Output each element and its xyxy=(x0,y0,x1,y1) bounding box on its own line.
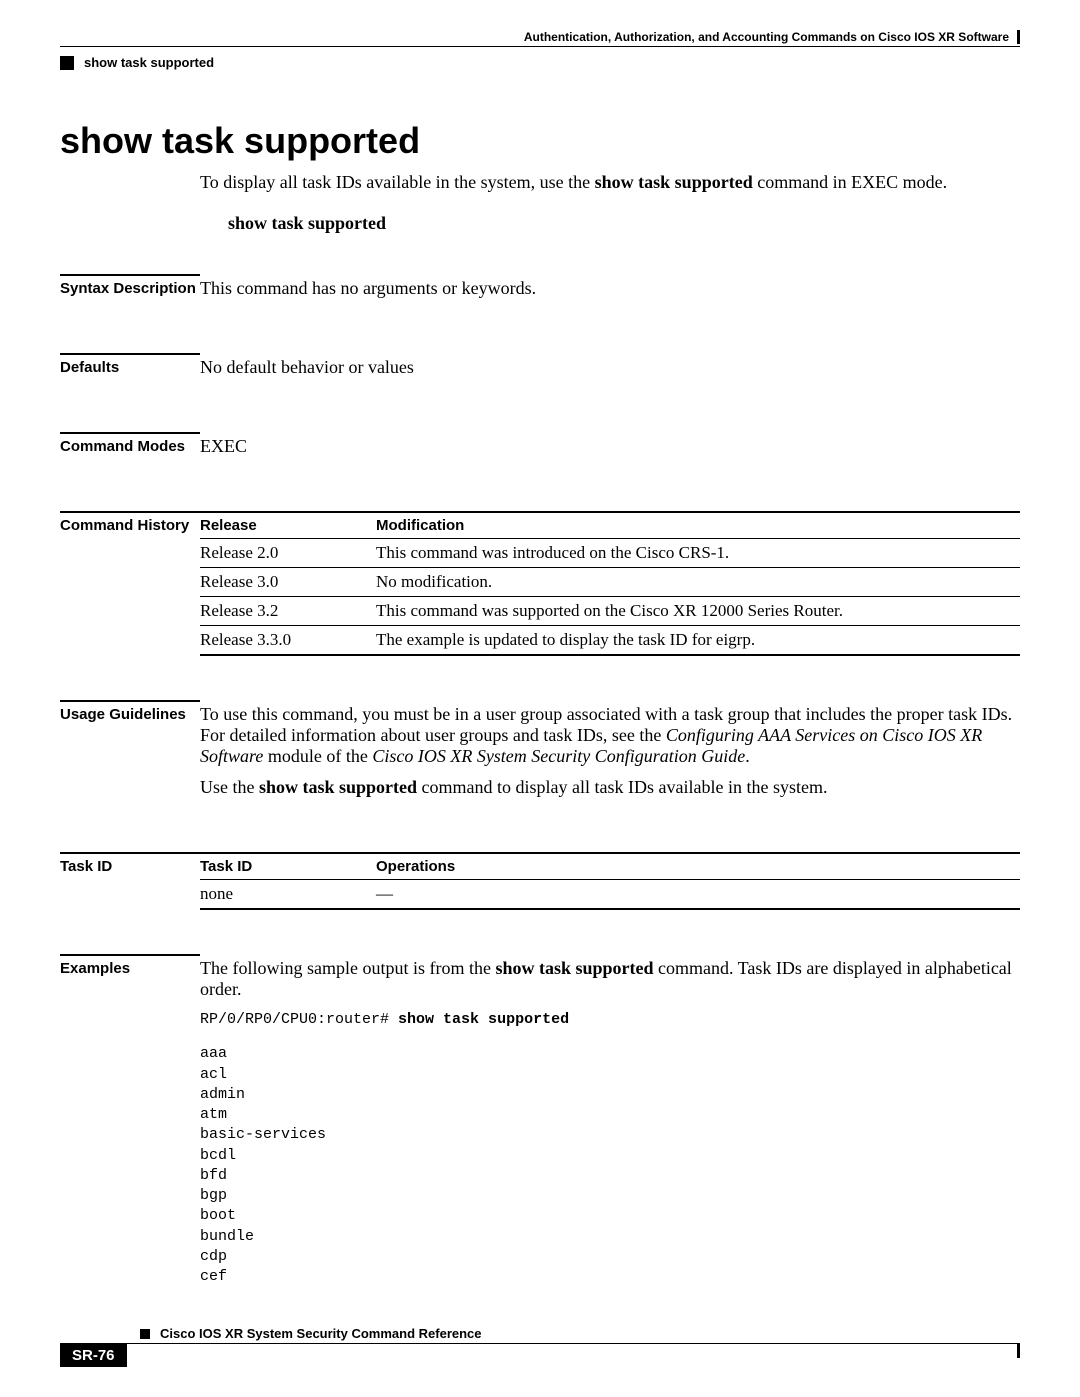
table-header: Task ID xyxy=(200,853,376,880)
footer-tick-icon xyxy=(1017,1344,1020,1358)
document-page: Authentication, Authorization, and Accou… xyxy=(0,0,1080,1397)
section-usage-guidelines: Usage Guidelines To use this command, yo… xyxy=(60,700,1020,808)
table-row: Release 3.0 No modification. xyxy=(200,568,1020,597)
section-task-id: Task ID Task ID Operations none — xyxy=(60,852,1020,910)
footer-square-icon xyxy=(140,1329,150,1339)
release-cell: Release 3.2 xyxy=(200,597,376,626)
section-syntax-description: Syntax Description This command has no a… xyxy=(60,274,1020,309)
usage-p2: Use the show task supported command to d… xyxy=(200,777,1020,798)
table-row: Release 2.0 This command was introduced … xyxy=(200,539,1020,568)
section-label: Examples xyxy=(60,954,200,977)
text: The following sample output is from the xyxy=(200,958,495,978)
section-body: The following sample output is from the … xyxy=(200,954,1020,1287)
page-footer: Cisco IOS XR System Security Command Ref… xyxy=(60,1326,1020,1367)
content-area: To display all task IDs available in the… xyxy=(200,172,1020,234)
italic-text: Cisco IOS XR System Security Configurati… xyxy=(372,746,745,766)
command-modes-text: EXEC xyxy=(200,436,1020,457)
cli-prompt: RP/0/RP0/CPU0:router# xyxy=(200,1011,398,1028)
section-body: Release Modification Release 2.0 This co… xyxy=(200,511,1020,656)
release-cell: Release 3.0 xyxy=(200,568,376,597)
header-rule xyxy=(60,46,1020,47)
intro-paragraph: To display all task IDs available in the… xyxy=(200,172,1020,193)
cli-prompt-line: RP/0/RP0/CPU0:router# show task supporte… xyxy=(200,1010,1020,1030)
section-command-modes: Command Modes EXEC xyxy=(60,432,1020,467)
chapter-title: Authentication, Authorization, and Accou… xyxy=(524,30,1009,44)
syntax-description-text: This command has no arguments or keyword… xyxy=(200,278,1020,299)
section-body: To use this command, you must be in a us… xyxy=(200,700,1020,808)
section-label: Syntax Description xyxy=(60,274,200,297)
section-body: This command has no arguments or keyword… xyxy=(200,274,1020,309)
task-id-table: Task ID Operations none — xyxy=(200,852,1020,910)
modification-cell: This command was introduced on the Cisco… xyxy=(376,539,1020,568)
page-title: show task supported xyxy=(60,120,1020,162)
page-number: SR-76 xyxy=(60,1344,127,1367)
table-header: Modification xyxy=(376,512,1020,539)
usage-p1: To use this command, you must be in a us… xyxy=(200,704,1020,767)
cli-command: show task supported xyxy=(398,1011,569,1028)
running-command-name: show task supported xyxy=(84,55,214,70)
intro-pre: To display all task IDs available in the… xyxy=(200,172,595,192)
defaults-text: No default behavior or values xyxy=(200,357,1020,378)
modification-cell: No modification. xyxy=(376,568,1020,597)
bold-text: show task supported xyxy=(495,958,653,978)
footer-book-title: Cisco IOS XR System Security Command Ref… xyxy=(160,1326,482,1341)
running-head: show task supported xyxy=(60,55,1020,70)
section-label: Command Modes xyxy=(60,432,200,455)
table-header: Release xyxy=(200,512,376,539)
table-row: none — xyxy=(200,880,1020,910)
section-examples: Examples The following sample output is … xyxy=(60,954,1020,1287)
intro-bold: show task supported xyxy=(595,172,753,192)
operations-cell: — xyxy=(376,880,1020,910)
cli-output: aaa acl admin atm basic-services bcdl bf… xyxy=(200,1044,1020,1287)
footer-title-row: Cisco IOS XR System Security Command Ref… xyxy=(140,1326,1020,1341)
text: command to display all task IDs availabl… xyxy=(417,777,827,797)
command-history-table: Release Modification Release 2.0 This co… xyxy=(200,511,1020,656)
examples-intro: The following sample output is from the … xyxy=(200,958,1020,1000)
chapter-header: Authentication, Authorization, and Accou… xyxy=(60,30,1020,44)
section-body: Task ID Operations none — xyxy=(200,852,1020,910)
section-label: Defaults xyxy=(60,353,200,376)
section-body: EXEC xyxy=(200,432,1020,467)
bold-text: show task supported xyxy=(259,777,417,797)
section-command-history: Command History Release Modification Rel… xyxy=(60,511,1020,656)
text: . xyxy=(745,746,750,766)
table-header-row: Task ID Operations xyxy=(200,853,1020,880)
modification-cell: This command was supported on the Cisco … xyxy=(376,597,1020,626)
table-row: Release 3.2 This command was supported o… xyxy=(200,597,1020,626)
release-cell: Release 2.0 xyxy=(200,539,376,568)
table-row: Release 3.3.0 The example is updated to … xyxy=(200,626,1020,656)
modification-cell: The example is updated to display the ta… xyxy=(376,626,1020,656)
section-label: Command History xyxy=(60,511,200,534)
footer-bottom-row: SR-76 xyxy=(60,1344,1020,1367)
table-header-row: Release Modification xyxy=(200,512,1020,539)
text: module of the xyxy=(263,746,372,766)
text: Use the xyxy=(200,777,259,797)
section-label: Usage Guidelines xyxy=(60,700,200,723)
release-cell: Release 3.3.0 xyxy=(200,626,376,656)
table-header: Operations xyxy=(376,853,1020,880)
section-defaults: Defaults No default behavior or values xyxy=(60,353,1020,388)
header-square-icon xyxy=(60,56,74,70)
syntax-command: show task supported xyxy=(228,213,1020,234)
intro-post: command in EXEC mode. xyxy=(753,172,947,192)
section-body: No default behavior or values xyxy=(200,353,1020,388)
section-label: Task ID xyxy=(60,852,200,875)
taskid-cell: none xyxy=(200,880,376,910)
